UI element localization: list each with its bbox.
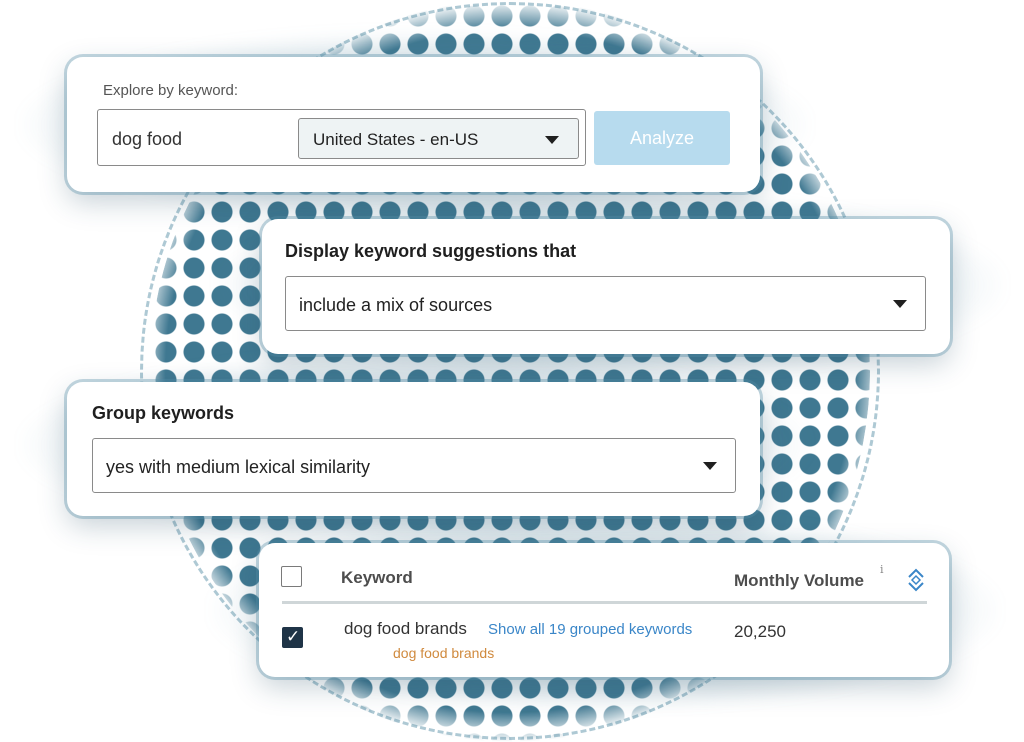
group-similarity-value: yes with medium lexical similarity xyxy=(106,457,371,477)
group-similarity-select[interactable]: yes with medium lexical similarity xyxy=(92,438,736,493)
row-monthly-volume: 20,250 xyxy=(734,622,786,641)
row-keyword: dog food brands xyxy=(344,619,467,638)
keyword-column-header[interactable]: Keyword xyxy=(341,568,413,588)
show-grouped-keywords-link[interactable]: Show all 19 grouped keywords xyxy=(488,621,692,638)
table-header-divider xyxy=(282,601,927,604)
sort-icon[interactable] xyxy=(904,567,928,593)
select-all-checkbox[interactable] xyxy=(281,566,302,587)
suggestion-source-select[interactable]: include a mix of sources xyxy=(285,276,926,331)
explore-keyword-card: Explore by keyword: dog food United Stat… xyxy=(67,57,760,192)
keyword-input-value: dog food xyxy=(112,129,183,149)
group-keywords-title: Group keywords xyxy=(92,403,235,423)
monthly-volume-column-header[interactable]: Monthly Volume xyxy=(734,571,864,591)
analyze-button[interactable]: Analyze xyxy=(594,111,730,165)
row-group-label: dog food brands xyxy=(393,645,495,661)
row-checkbox[interactable]: ✓ xyxy=(282,627,303,648)
keyword-results-card: Keyword Monthly Volume i ✓ dog food bran… xyxy=(259,543,949,677)
explore-label: Explore by keyword: xyxy=(103,82,239,99)
checkmark-icon: ✓ xyxy=(286,627,301,646)
keyword-input[interactable]: dog food United States - en-US xyxy=(97,109,586,166)
locale-select-value: United States - en-US xyxy=(313,130,479,149)
locale-select[interactable]: United States - en-US xyxy=(298,118,579,159)
suggestion-source-value: include a mix of sources xyxy=(299,295,493,315)
caret-down-icon xyxy=(893,300,907,308)
caret-down-icon xyxy=(703,462,717,470)
display-suggestions-card: Display keyword suggestions that include… xyxy=(262,219,950,354)
display-suggestions-title: Display keyword suggestions that xyxy=(285,241,577,261)
caret-down-icon xyxy=(545,136,559,144)
info-icon[interactable]: i xyxy=(880,563,884,576)
group-keywords-card: Group keywords yes with medium lexical s… xyxy=(67,382,760,516)
